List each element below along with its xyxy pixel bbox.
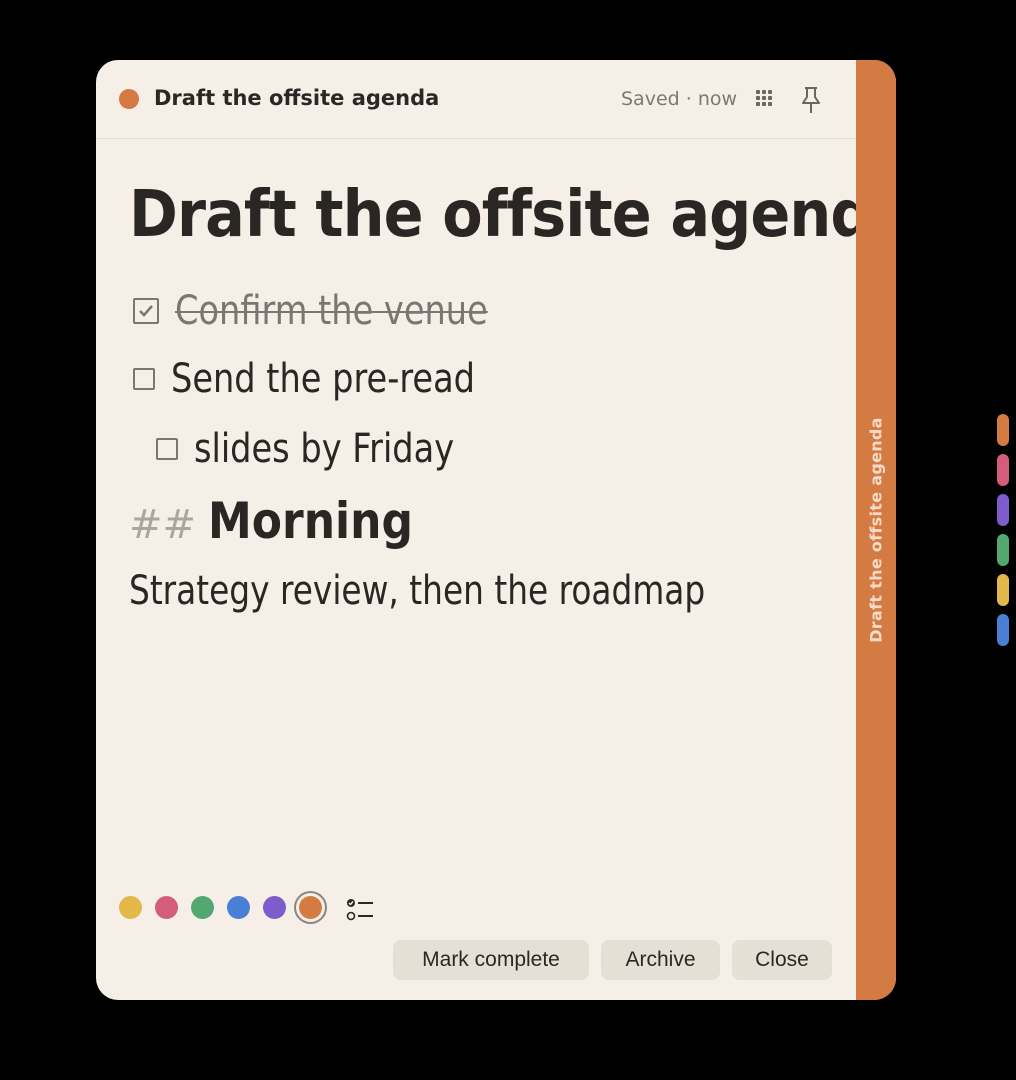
color-swatch-pink[interactable] [155,896,178,919]
check-icon [139,305,153,317]
color-swatch-orange[interactable] [299,896,322,919]
header-title: Draft the offsite agenda [154,86,440,110]
color-swatch-blue[interactable] [227,896,250,919]
checklist-item-text[interactable]: Send the pre-read [171,356,475,402]
checklist-icon[interactable] [346,898,374,922]
archive-button[interactable]: Archive [601,940,720,980]
checkbox-unchecked[interactable] [156,438,178,460]
paragraph-text[interactable]: Strategy review, then the roadmap [129,568,705,614]
checklist-item-text[interactable]: Confirm the venue [175,288,488,334]
note-color-dot [119,89,139,109]
rail-tab-orange[interactable] [997,414,1009,446]
note-tabs-rail [997,414,1009,654]
side-tab-label: Draft the offsite agenda [866,417,886,643]
heading-text[interactable]: Morning [208,492,413,550]
rail-tab-yellow[interactable] [997,574,1009,606]
heading-marker: ## [129,502,197,548]
pin-icon[interactable] [802,86,820,114]
rail-tab-purple[interactable] [997,494,1009,526]
checkbox-unchecked[interactable] [133,368,155,390]
color-picker [119,896,335,919]
rail-tab-blue[interactable] [997,614,1009,646]
color-swatch-purple[interactable] [263,896,286,919]
section-heading: ## Morning [129,492,441,550]
close-button[interactable]: Close [732,940,832,980]
rail-tab-green[interactable] [997,534,1009,566]
mark-complete-button[interactable]: Mark complete [393,940,589,980]
checklist-item-text[interactable]: slides by Friday [194,426,454,472]
checkbox-checked[interactable] [133,298,159,324]
checklist-item: Confirm the venue [133,288,547,334]
color-swatch-yellow[interactable] [119,896,142,919]
checklist-item: Send the pre-read [133,356,533,402]
note-header: Draft the offsite agenda Saved · now [96,60,856,139]
checklist-item: slides by Friday [156,426,504,472]
note-title[interactable]: Draft the offsite agenda [129,178,896,252]
save-status: Saved · now [621,88,738,110]
grid-icon[interactable] [756,90,774,108]
note-window: Draft the offsite agenda Saved · now Dra… [96,60,896,1000]
color-swatch-green[interactable] [191,896,214,919]
side-tab[interactable]: Draft the offsite agenda [856,60,896,1000]
rail-tab-pink[interactable] [997,454,1009,486]
